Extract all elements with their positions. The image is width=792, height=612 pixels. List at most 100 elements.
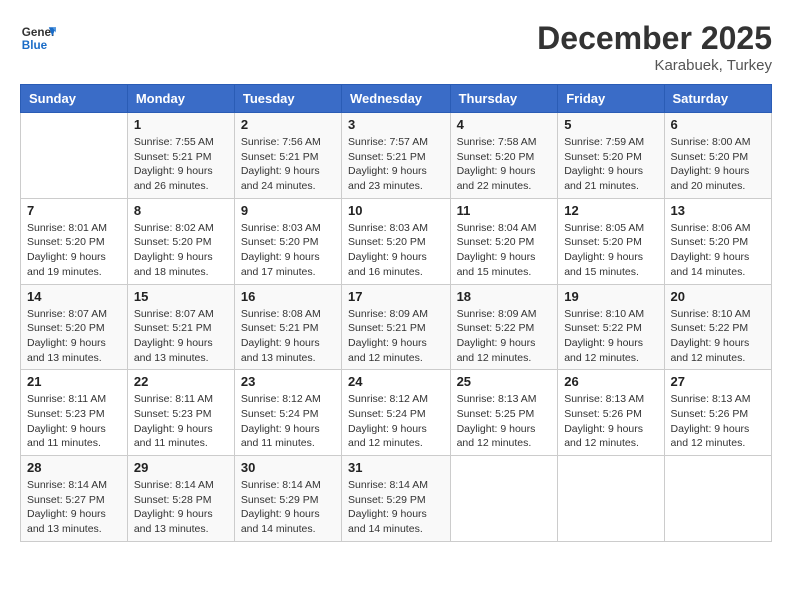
day-info: Sunrise: 8:11 AM Sunset: 5:23 PM Dayligh… [27,392,121,451]
calendar-cell: 21 Sunrise: 8:11 AM Sunset: 5:23 PM Dayli… [21,370,128,456]
day-number: 5 [564,117,657,132]
calendar-cell: 12Sunrise: 8:05 AM Sunset: 5:20 PM Dayli… [558,198,664,284]
calendar-cell [21,113,128,199]
day-number: 6 [671,117,765,132]
day-number: 12 [564,203,657,218]
calendar-cell: 4 Sunrise: 7:58 AM Sunset: 5:20 PM Daylig… [450,113,558,199]
weekday-header-saturday: Saturday [664,85,771,113]
day-info: Sunrise: 7:59 AM Sunset: 5:20 PM Dayligh… [564,135,657,194]
day-number: 10 [348,203,444,218]
logo: General Blue [20,20,56,56]
calendar-cell: 30Sunrise: 8:14 AM Sunset: 5:29 PM Dayli… [234,456,341,542]
calendar-body: 1 Sunrise: 7:55 AM Sunset: 5:21 PM Daylig… [21,113,772,542]
calendar-header: SundayMondayTuesdayWednesdayThursdayFrid… [21,85,772,113]
calendar-cell: 31 Sunrise: 8:14 AM Sunset: 5:29 PM Dayli… [342,456,451,542]
calendar-week-3: 14Sunrise: 8:07 AM Sunset: 5:20 PM Dayli… [21,284,772,370]
day-info: Sunrise: 8:04 AM Sunset: 5:20 PM Dayligh… [457,221,552,280]
day-number: 20 [671,289,765,304]
day-info: Sunrise: 8:13 AM Sunset: 5:26 PM Dayligh… [564,392,657,451]
calendar-cell: 22Sunrise: 8:11 AM Sunset: 5:23 PM Dayli… [127,370,234,456]
month-year-title: December 2025 [537,20,772,57]
day-number: 4 [457,117,552,132]
calendar-cell: 25Sunrise: 8:13 AM Sunset: 5:25 PM Dayli… [450,370,558,456]
day-info: Sunrise: 8:13 AM Sunset: 5:26 PM Dayligh… [671,392,765,451]
weekday-header-tuesday: Tuesday [234,85,341,113]
calendar-cell: 1 Sunrise: 7:55 AM Sunset: 5:21 PM Daylig… [127,113,234,199]
calendar-cell: 15 Sunrise: 8:07 AM Sunset: 5:21 PM Dayli… [127,284,234,370]
day-number: 29 [134,460,228,475]
day-number: 21 [27,374,121,389]
calendar-cell: 28Sunrise: 8:14 AM Sunset: 5:27 PM Dayli… [21,456,128,542]
day-info: Sunrise: 8:03 AM Sunset: 5:20 PM Dayligh… [348,221,444,280]
calendar-week-1: 1 Sunrise: 7:55 AM Sunset: 5:21 PM Daylig… [21,113,772,199]
calendar-cell: 14Sunrise: 8:07 AM Sunset: 5:20 PM Dayli… [21,284,128,370]
day-info: Sunrise: 8:00 AM Sunset: 5:20 PM Dayligh… [671,135,765,194]
calendar-cell: 24 Sunrise: 8:12 AM Sunset: 5:24 PM Dayli… [342,370,451,456]
day-number: 1 [134,117,228,132]
calendar-cell: 7 Sunrise: 8:01 AM Sunset: 5:20 PM Daylig… [21,198,128,284]
day-number: 8 [134,203,228,218]
weekday-header-wednesday: Wednesday [342,85,451,113]
day-info: Sunrise: 7:56 AM Sunset: 5:21 PM Dayligh… [241,135,335,194]
logo-icon: General Blue [20,20,56,56]
day-info: Sunrise: 8:10 AM Sunset: 5:22 PM Dayligh… [671,307,765,366]
calendar-cell: 26Sunrise: 8:13 AM Sunset: 5:26 PM Dayli… [558,370,664,456]
day-info: Sunrise: 8:08 AM Sunset: 5:21 PM Dayligh… [241,307,335,366]
day-info: Sunrise: 7:58 AM Sunset: 5:20 PM Dayligh… [457,135,552,194]
day-info: Sunrise: 8:01 AM Sunset: 5:20 PM Dayligh… [27,221,121,280]
day-number: 17 [348,289,444,304]
day-number: 19 [564,289,657,304]
svg-text:Blue: Blue [22,39,48,52]
day-number: 22 [134,374,228,389]
weekday-header-thursday: Thursday [450,85,558,113]
day-number: 23 [241,374,335,389]
day-info: Sunrise: 8:10 AM Sunset: 5:22 PM Dayligh… [564,307,657,366]
calendar-week-4: 21 Sunrise: 8:11 AM Sunset: 5:23 PM Dayli… [21,370,772,456]
day-number: 31 [348,460,444,475]
calendar-cell: 17Sunrise: 8:09 AM Sunset: 5:21 PM Dayli… [342,284,451,370]
calendar-cell: 13 Sunrise: 8:06 AM Sunset: 5:20 PM Dayli… [664,198,771,284]
day-number: 28 [27,460,121,475]
day-number: 2 [241,117,335,132]
calendar-cell: 9Sunrise: 8:03 AM Sunset: 5:20 PM Daylig… [234,198,341,284]
day-number: 7 [27,203,121,218]
day-info: Sunrise: 7:55 AM Sunset: 5:21 PM Dayligh… [134,135,228,194]
calendar-cell: 20 Sunrise: 8:10 AM Sunset: 5:22 PM Dayli… [664,284,771,370]
day-info: Sunrise: 8:14 AM Sunset: 5:29 PM Dayligh… [348,478,444,537]
calendar-cell: 16 Sunrise: 8:08 AM Sunset: 5:21 PM Dayli… [234,284,341,370]
calendar-cell [450,456,558,542]
calendar-cell: 19 Sunrise: 8:10 AM Sunset: 5:22 PM Dayli… [558,284,664,370]
day-number: 11 [457,203,552,218]
day-info: Sunrise: 8:14 AM Sunset: 5:29 PM Dayligh… [241,478,335,537]
day-info: Sunrise: 8:12 AM Sunset: 5:24 PM Dayligh… [348,392,444,451]
day-number: 3 [348,117,444,132]
day-number: 15 [134,289,228,304]
calendar-table: SundayMondayTuesdayWednesdayThursdayFrid… [20,84,772,542]
day-info: Sunrise: 8:02 AM Sunset: 5:20 PM Dayligh… [134,221,228,280]
calendar-cell: 23 Sunrise: 8:12 AM Sunset: 5:24 PM Dayli… [234,370,341,456]
calendar-cell: 6 Sunrise: 8:00 AM Sunset: 5:20 PM Daylig… [664,113,771,199]
calendar-cell: 5 Sunrise: 7:59 AM Sunset: 5:20 PM Daylig… [558,113,664,199]
day-number: 18 [457,289,552,304]
day-info: Sunrise: 8:12 AM Sunset: 5:24 PM Dayligh… [241,392,335,451]
day-number: 24 [348,374,444,389]
weekday-header-monday: Monday [127,85,234,113]
calendar-week-2: 7 Sunrise: 8:01 AM Sunset: 5:20 PM Daylig… [21,198,772,284]
day-info: Sunrise: 8:07 AM Sunset: 5:20 PM Dayligh… [27,307,121,366]
location-subtitle: Karabuek, Turkey [537,57,772,74]
day-number: 16 [241,289,335,304]
day-number: 13 [671,203,765,218]
calendar-cell: 3 Sunrise: 7:57 AM Sunset: 5:21 PM Daylig… [342,113,451,199]
calendar-cell: 2 Sunrise: 7:56 AM Sunset: 5:21 PM Daylig… [234,113,341,199]
day-info: Sunrise: 8:07 AM Sunset: 5:21 PM Dayligh… [134,307,228,366]
page-header: General Blue December 2025 Karabuek, Tur… [20,20,772,74]
day-number: 27 [671,374,765,389]
calendar-week-5: 28Sunrise: 8:14 AM Sunset: 5:27 PM Dayli… [21,456,772,542]
day-info: Sunrise: 8:06 AM Sunset: 5:20 PM Dayligh… [671,221,765,280]
calendar-cell: 18Sunrise: 8:09 AM Sunset: 5:22 PM Dayli… [450,284,558,370]
day-number: 25 [457,374,552,389]
weekday-header-sunday: Sunday [21,85,128,113]
day-info: Sunrise: 8:03 AM Sunset: 5:20 PM Dayligh… [241,221,335,280]
day-info: Sunrise: 7:57 AM Sunset: 5:21 PM Dayligh… [348,135,444,194]
calendar-cell [558,456,664,542]
